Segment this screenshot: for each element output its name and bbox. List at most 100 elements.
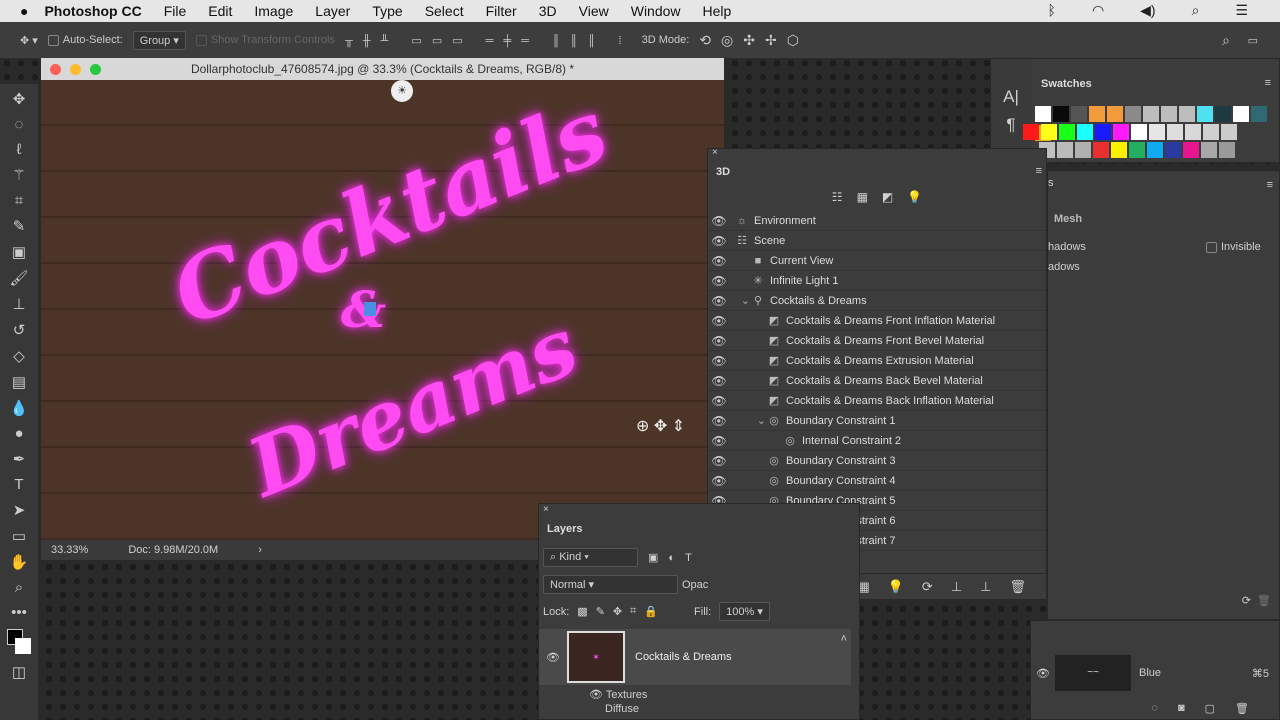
rectangle-tool-icon[interactable]: ▭ bbox=[12, 527, 26, 545]
add-light-icon[interactable]: 💡 bbox=[888, 579, 904, 595]
visibility-eye-icon[interactable]: 👁 bbox=[708, 214, 730, 228]
scene-item[interactable]: 👁 ◩ Cocktails & Dreams Back Inflation Mate… bbox=[708, 391, 1046, 411]
scene-item[interactable]: 👁 ✳ Infinite Light 1 bbox=[708, 271, 1046, 291]
visibility-eye-icon[interactable]: 👁 bbox=[708, 394, 730, 408]
swatch[interactable] bbox=[1125, 106, 1141, 122]
move-tool-icon[interactable]: ✥ ▾ bbox=[20, 34, 38, 47]
zoom-level[interactable]: 33.33% bbox=[51, 544, 88, 556]
visibility-eye-icon[interactable]: 👁 bbox=[708, 274, 730, 288]
menu-file[interactable]: File bbox=[164, 3, 187, 19]
menu-3d[interactable]: 3D bbox=[539, 3, 557, 19]
close-panel-icon[interactable]: × bbox=[712, 147, 718, 158]
show-transform-checkbox[interactable]: Show Transform Controls bbox=[195, 34, 335, 46]
remove-constraint-icon[interactable]: ⊥ bbox=[980, 579, 991, 595]
marquee-tool-icon[interactable]: ◌ bbox=[15, 116, 24, 133]
swatch[interactable] bbox=[1167, 124, 1183, 140]
status-arrow-icon[interactable]: › bbox=[258, 544, 262, 556]
menu-image[interactable]: Image bbox=[254, 3, 293, 19]
swatch[interactable] bbox=[1161, 106, 1177, 122]
adjustment-filter-icon[interactable]: ◐ bbox=[668, 552, 675, 564]
swatch[interactable] bbox=[1053, 106, 1069, 122]
bluetooth-icon[interactable]: ᛒ bbox=[1048, 2, 1056, 19]
app-menu[interactable]: Photoshop CC bbox=[44, 3, 141, 19]
visibility-eye-icon[interactable]: 👁 bbox=[708, 414, 730, 428]
hand-tool-icon[interactable]: ✋ bbox=[10, 553, 29, 571]
apple-icon[interactable]: ● bbox=[20, 3, 28, 19]
panel-menu-icon[interactable]: ≡ bbox=[1267, 179, 1273, 191]
lasso-tool-icon[interactable]: ℓ bbox=[17, 141, 22, 158]
swatch[interactable] bbox=[1093, 142, 1109, 158]
menu-view[interactable]: View bbox=[579, 3, 609, 19]
path-select-icon[interactable]: ➤ bbox=[13, 501, 26, 519]
swatch[interactable] bbox=[1095, 124, 1111, 140]
swatch[interactable] bbox=[1089, 106, 1105, 122]
swatch[interactable] bbox=[1035, 106, 1051, 122]
menu-list-icon[interactable]: ☰ bbox=[1235, 2, 1248, 19]
dodge-tool-icon[interactable]: ● bbox=[14, 425, 23, 442]
textures-eye-icon[interactable]: 👁 bbox=[589, 689, 606, 701]
close-button[interactable] bbox=[50, 64, 61, 75]
image-filter-icon[interactable]: ▣ bbox=[648, 551, 658, 564]
blur-tool-icon[interactable]: 💧 bbox=[10, 399, 29, 417]
disclosure-chevron-icon[interactable]: ⌄ bbox=[730, 414, 766, 427]
visibility-eye-icon[interactable]: 👁 bbox=[708, 234, 730, 248]
workspace-icon[interactable]: ▭ bbox=[1248, 34, 1258, 47]
swatch[interactable] bbox=[1107, 106, 1123, 122]
kind-filter-dropdown[interactable]: ⌕ Kind ▾ bbox=[543, 548, 638, 567]
visibility-eye-icon[interactable]: 👁 bbox=[708, 454, 730, 468]
menu-window[interactable]: Window bbox=[631, 3, 681, 19]
canvas[interactable]: Cocktails & Dreams ☀ ⊕ ✥ ⇕ bbox=[41, 80, 724, 540]
swatch[interactable] bbox=[1131, 124, 1147, 140]
swatch[interactable] bbox=[1143, 106, 1159, 122]
scene-item[interactable]: 👁 ☷ Scene bbox=[708, 231, 1046, 251]
lock-position-icon[interactable]: ✥ bbox=[613, 605, 622, 618]
swatch[interactable] bbox=[1113, 124, 1129, 140]
lock-all-icon[interactable]: 🔒 bbox=[644, 605, 658, 618]
swatch[interactable] bbox=[1165, 142, 1181, 158]
gradient-tool-icon[interactable]: ▤ bbox=[12, 373, 26, 391]
lights-icon[interactable]: 💡 bbox=[907, 190, 922, 204]
magic-wand-icon[interactable]: ⚚ bbox=[12, 166, 25, 184]
scene-item[interactable]: 👁 ◩ Cocktails & Dreams Front Inflation Mat… bbox=[708, 311, 1046, 331]
fill-input[interactable]: 100% ▾ bbox=[719, 602, 770, 621]
swatch[interactable] bbox=[1129, 142, 1145, 158]
auto-select-dropdown[interactable]: Group ▾ bbox=[132, 30, 186, 50]
menu-type[interactable]: Type bbox=[372, 3, 402, 19]
invisible-checkbox[interactable]: Invisible bbox=[1206, 241, 1261, 253]
swatch[interactable] bbox=[1219, 142, 1235, 158]
scene-item[interactable]: 👁 ⌄ ◎ Boundary Constraint 1 bbox=[708, 411, 1046, 431]
3d-axis-widget[interactable] bbox=[364, 302, 376, 316]
swatch[interactable] bbox=[1077, 124, 1093, 140]
drop-to-plane-icon[interactable]: ⊥ bbox=[951, 579, 962, 595]
collapse-icon[interactable]: ˄ bbox=[841, 633, 847, 645]
menu-edit[interactable]: Edit bbox=[208, 3, 232, 19]
zoom-tool-icon[interactable]: ⌕ bbox=[15, 579, 23, 596]
swatch[interactable] bbox=[1179, 106, 1195, 122]
eraser-icon[interactable]: ◇ bbox=[13, 347, 25, 365]
delete-icon[interactable]: 🗑 bbox=[1235, 702, 1249, 715]
menu-help[interactable]: Help bbox=[703, 3, 732, 19]
swatch[interactable] bbox=[1201, 142, 1217, 158]
panel-menu-icon[interactable]: ≡ bbox=[1036, 165, 1042, 177]
swatch[interactable] bbox=[1059, 124, 1075, 140]
scene-item[interactable]: 👁 ■ Current View bbox=[708, 251, 1046, 271]
search-icon[interactable]: ⌕ bbox=[1222, 32, 1230, 49]
swatch[interactable] bbox=[1071, 106, 1087, 122]
swatch[interactable] bbox=[1111, 142, 1127, 158]
visibility-eye-icon[interactable]: 👁 bbox=[539, 651, 567, 664]
crop-tool-icon[interactable]: ⌗ bbox=[15, 192, 23, 209]
swatch[interactable] bbox=[1023, 124, 1039, 140]
visibility-eye-icon[interactable]: 👁 bbox=[708, 474, 730, 488]
delete-icon[interactable]: 🗑 bbox=[1257, 594, 1271, 607]
scene-item[interactable]: 👁 ◎ Internal Constraint 2 bbox=[708, 431, 1046, 451]
panel-menu-icon[interactable]: ≡ bbox=[1265, 77, 1271, 89]
visibility-eye-icon[interactable]: 👁 bbox=[1031, 667, 1055, 680]
minimize-button[interactable] bbox=[70, 64, 81, 75]
more-tools-icon[interactable]: ••• bbox=[11, 604, 27, 621]
load-selection-icon[interactable]: ◌ bbox=[1151, 702, 1158, 715]
swatch[interactable] bbox=[1075, 142, 1091, 158]
close-panel-icon[interactable]: × bbox=[543, 504, 549, 515]
align-icons[interactable]: ╥╫╨ ▭▭▭ ═╪═ ║║║ ⁞ bbox=[345, 34, 632, 47]
scene-item[interactable]: 👁 ◩ Cocktails & Dreams Back Bevel Material bbox=[708, 371, 1046, 391]
delete-icon[interactable]: 🗑 bbox=[1009, 579, 1026, 595]
